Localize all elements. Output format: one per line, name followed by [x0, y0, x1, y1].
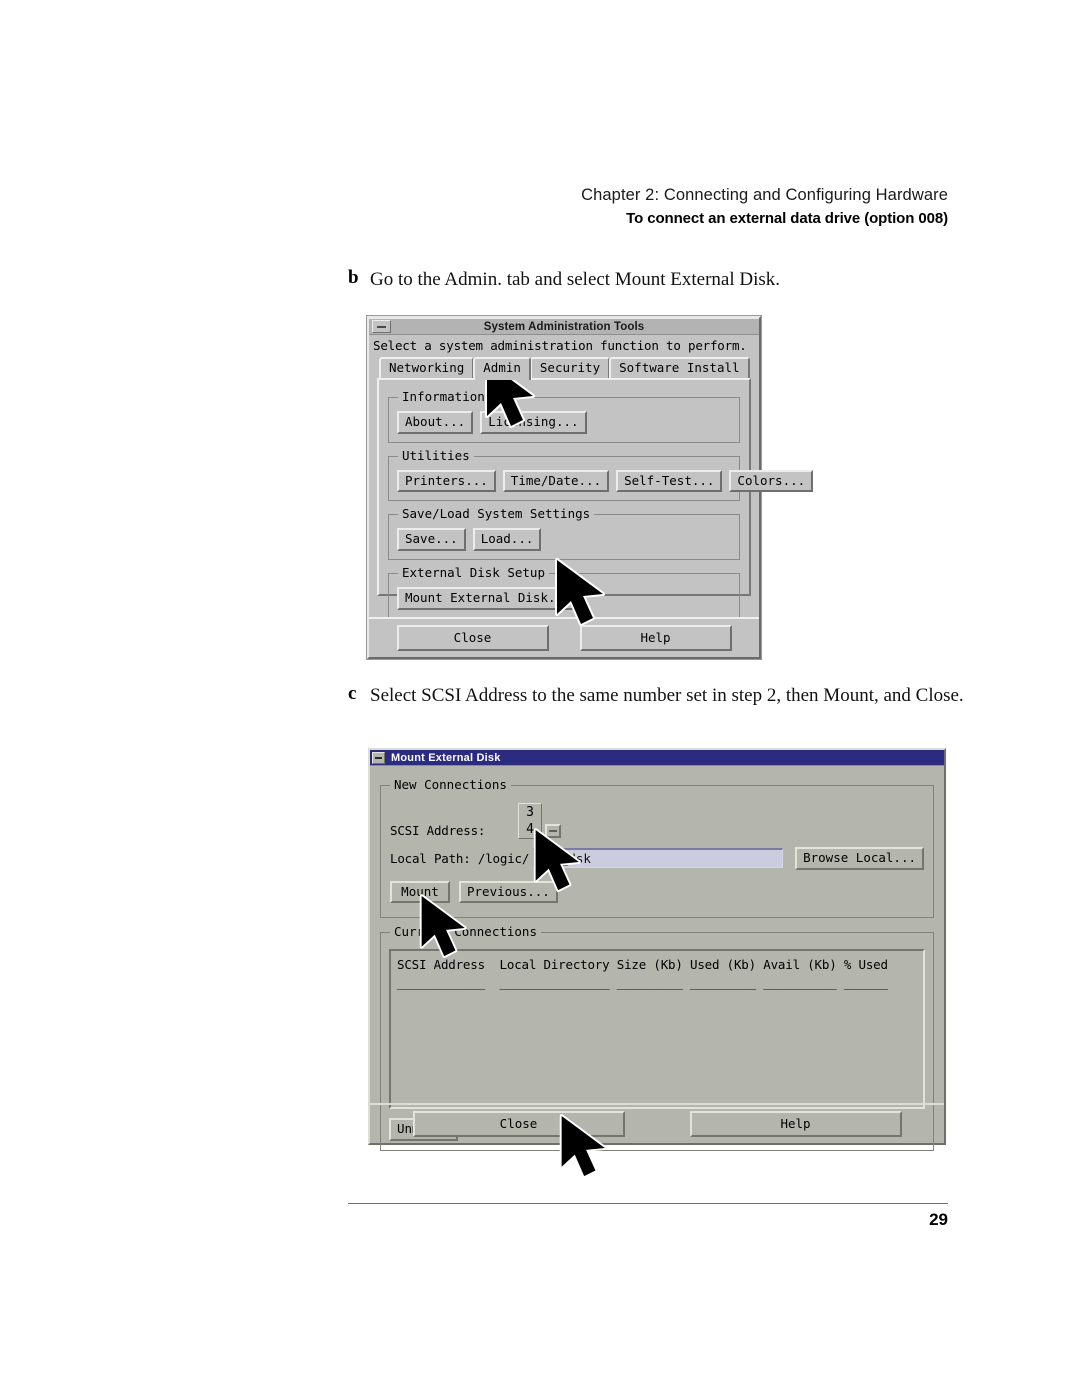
local-path-value: ext_dsk [538, 851, 591, 867]
window-menu-icon[interactable] [372, 320, 391, 333]
browse-local-button[interactable]: Browse Local... [795, 847, 924, 870]
step-b: b Go to the Admin. tab and select Mount … [348, 267, 968, 293]
self-test-button[interactable]: Self-Test... [616, 469, 723, 493]
local-path-input[interactable]: ext_dsk [533, 848, 784, 869]
sat-admin-tab-page: Information About... Licensing... Utilit… [377, 378, 814, 619]
sat-window-title: System Administration Tools [483, 320, 645, 333]
step-c-text: Select SCSI Address to the same number s… [370, 685, 964, 706]
section-header: To connect an external data drive (optio… [626, 210, 948, 228]
tab-admin[interactable]: Admin [473, 357, 531, 380]
scsi-address-previous-value[interactable]: 3 [519, 804, 541, 821]
load-button[interactable]: Load... [472, 528, 542, 551]
mount-button[interactable]: Mount [390, 880, 450, 904]
footer-rule [348, 1203, 948, 1204]
tab-security[interactable]: Security [529, 357, 611, 378]
step-c-letter: c [348, 683, 357, 704]
med-footer: Close Help [370, 1103, 944, 1143]
tab-software-install[interactable]: Software Install [609, 357, 750, 378]
scsi-address-selected-value[interactable]: 4 [519, 821, 541, 838]
tab-networking[interactable]: Networking [379, 357, 475, 378]
med-close-button[interactable]: Close [412, 1110, 625, 1138]
printers-button[interactable]: Printers... [397, 469, 496, 493]
chapter-header: Chapter 2: Connecting and Configuring Ha… [581, 186, 948, 204]
previous-button[interactable]: Previous... [459, 880, 558, 904]
sat-footer: Close Help [369, 617, 759, 657]
med-titlebar: Mount External Disk [370, 750, 944, 766]
group-external-disk-setup: External Disk Setup Mount External Disk.… [388, 564, 740, 619]
time-date-button[interactable]: Time/Date... [502, 469, 610, 493]
scsi-address-row: SCSI Address: 3 4 [390, 800, 924, 839]
text-caret [535, 852, 537, 866]
local-path-label: Local Path: /logic/ [390, 850, 530, 866]
mount-actions-row: Mount Previous... [390, 880, 924, 904]
med-body: New Connections SCSI Address: 3 4 Local … [370, 766, 944, 1151]
sat-close-button[interactable]: Close [396, 624, 549, 652]
med-window-title: Mount External Disk [391, 751, 501, 764]
group-new-connections: New Connections SCSI Address: 3 4 Local … [380, 777, 934, 919]
licensing-button[interactable]: Licensing... [480, 411, 587, 434]
scsi-address-label: SCSI Address: [390, 823, 486, 838]
group-save-load-system-settings: Save/Load System Settings Save... Load..… [388, 506, 740, 560]
sat-prompt-text: Select a system administration function … [373, 338, 747, 353]
step-b-letter: b [348, 267, 359, 288]
about-button[interactable]: About... [397, 411, 474, 434]
system-administration-tools-window[interactable]: System Administration Tools Select a sys… [367, 316, 814, 659]
colors-button[interactable]: Colors... [729, 469, 814, 493]
window-menu-icon[interactable] [372, 751, 385, 764]
scsi-address-option-menu[interactable]: 3 4 [518, 803, 542, 839]
sat-tab-strip: Networking Admin Security Software Insta… [369, 356, 759, 380]
scsi-address-dropdown-icon[interactable] [545, 824, 561, 838]
step-c: c Select SCSI Address to the same number… [348, 683, 973, 709]
group-new-connections-legend: New Connections [390, 777, 511, 792]
local-path-row: Local Path: /logic/ ext_dsk Browse Local… [390, 847, 924, 870]
step-b-text: Go to the Admin. tab and select Mount Ex… [370, 269, 781, 290]
mount-external-disk-window[interactable]: Mount External Disk New Connections SCSI… [368, 748, 946, 1179]
group-current-connections-legend: Current Connections [390, 924, 541, 940]
page-header: Chapter 2: Connecting and Configuring Ha… [348, 184, 948, 230]
current-connections-list[interactable]: SCSI Address Local Directory Size (Kb) U… [389, 949, 925, 1110]
group-utilities: Utilities Printers... Time/Date... Self-… [388, 447, 814, 502]
group-information-legend: Information [398, 389, 489, 404]
current-connections-rule: ____________ _______________ _________ _… [397, 975, 888, 991]
group-save-load-legend: Save/Load System Settings [398, 506, 595, 522]
save-button[interactable]: Save... [397, 528, 466, 551]
group-information: Information About... Licensing... [388, 389, 740, 443]
mount-external-disk-button[interactable]: Mount External Disk... [397, 586, 579, 610]
group-external-disk-setup-legend: External Disk Setup [398, 564, 549, 580]
sat-titlebar: System Administration Tools [369, 318, 759, 335]
page-number: 29 [929, 1210, 948, 1229]
group-utilities-legend: Utilities [398, 447, 474, 463]
current-connections-header: SCSI Address Local Directory Size (Kb) U… [397, 957, 888, 973]
sat-help-button[interactable]: Help [579, 624, 732, 652]
med-help-button[interactable]: Help [689, 1110, 902, 1138]
